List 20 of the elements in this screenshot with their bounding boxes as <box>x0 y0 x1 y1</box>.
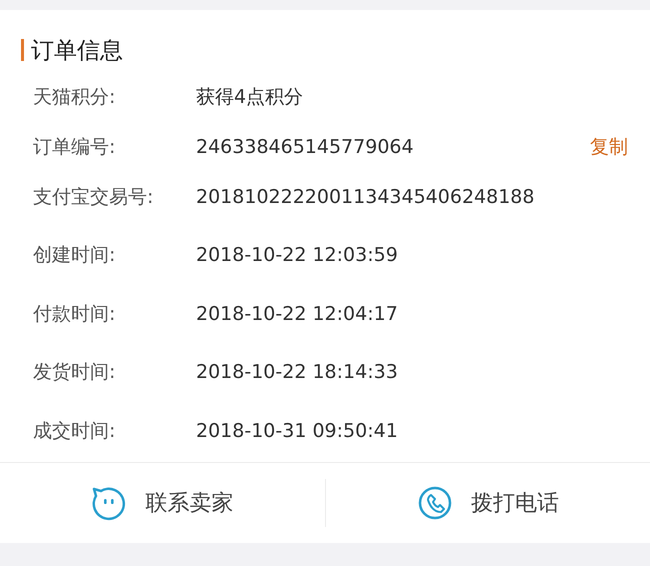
phone-icon <box>416 485 453 521</box>
field-value: 2018102222001134345406248188 <box>196 186 536 208</box>
field-value: 2018-10-31 09:50:41 <box>196 420 399 442</box>
field-label: 订单编号: <box>33 135 116 160</box>
field-value: 2018-10-22 12:03:59 <box>196 244 399 266</box>
field-value: 246338465145779064 <box>196 136 415 158</box>
field-label: 支付宝交易号: <box>33 185 154 210</box>
field-label: 成交时间: <box>33 418 116 444</box>
field-label: 天猫积分: <box>33 85 116 110</box>
copy-link[interactable]: 复制 <box>590 134 628 160</box>
field-value: 2018-10-22 18:14:33 <box>196 361 399 384</box>
field-label: 发货时间: <box>33 360 116 386</box>
field-value: 2018-10-22 12:04:17 <box>196 302 399 325</box>
call-button[interactable]: 拨打电话 <box>470 488 559 518</box>
smiley-icon <box>91 485 128 521</box>
contact-seller-button[interactable]: 联系卖家 <box>145 488 234 518</box>
field-label: 付款时间: <box>33 302 116 327</box>
section-title: 订单信息 <box>31 36 123 66</box>
field-value: 获得4点积分 <box>196 85 304 110</box>
field-label: 创建时间: <box>33 243 116 268</box>
